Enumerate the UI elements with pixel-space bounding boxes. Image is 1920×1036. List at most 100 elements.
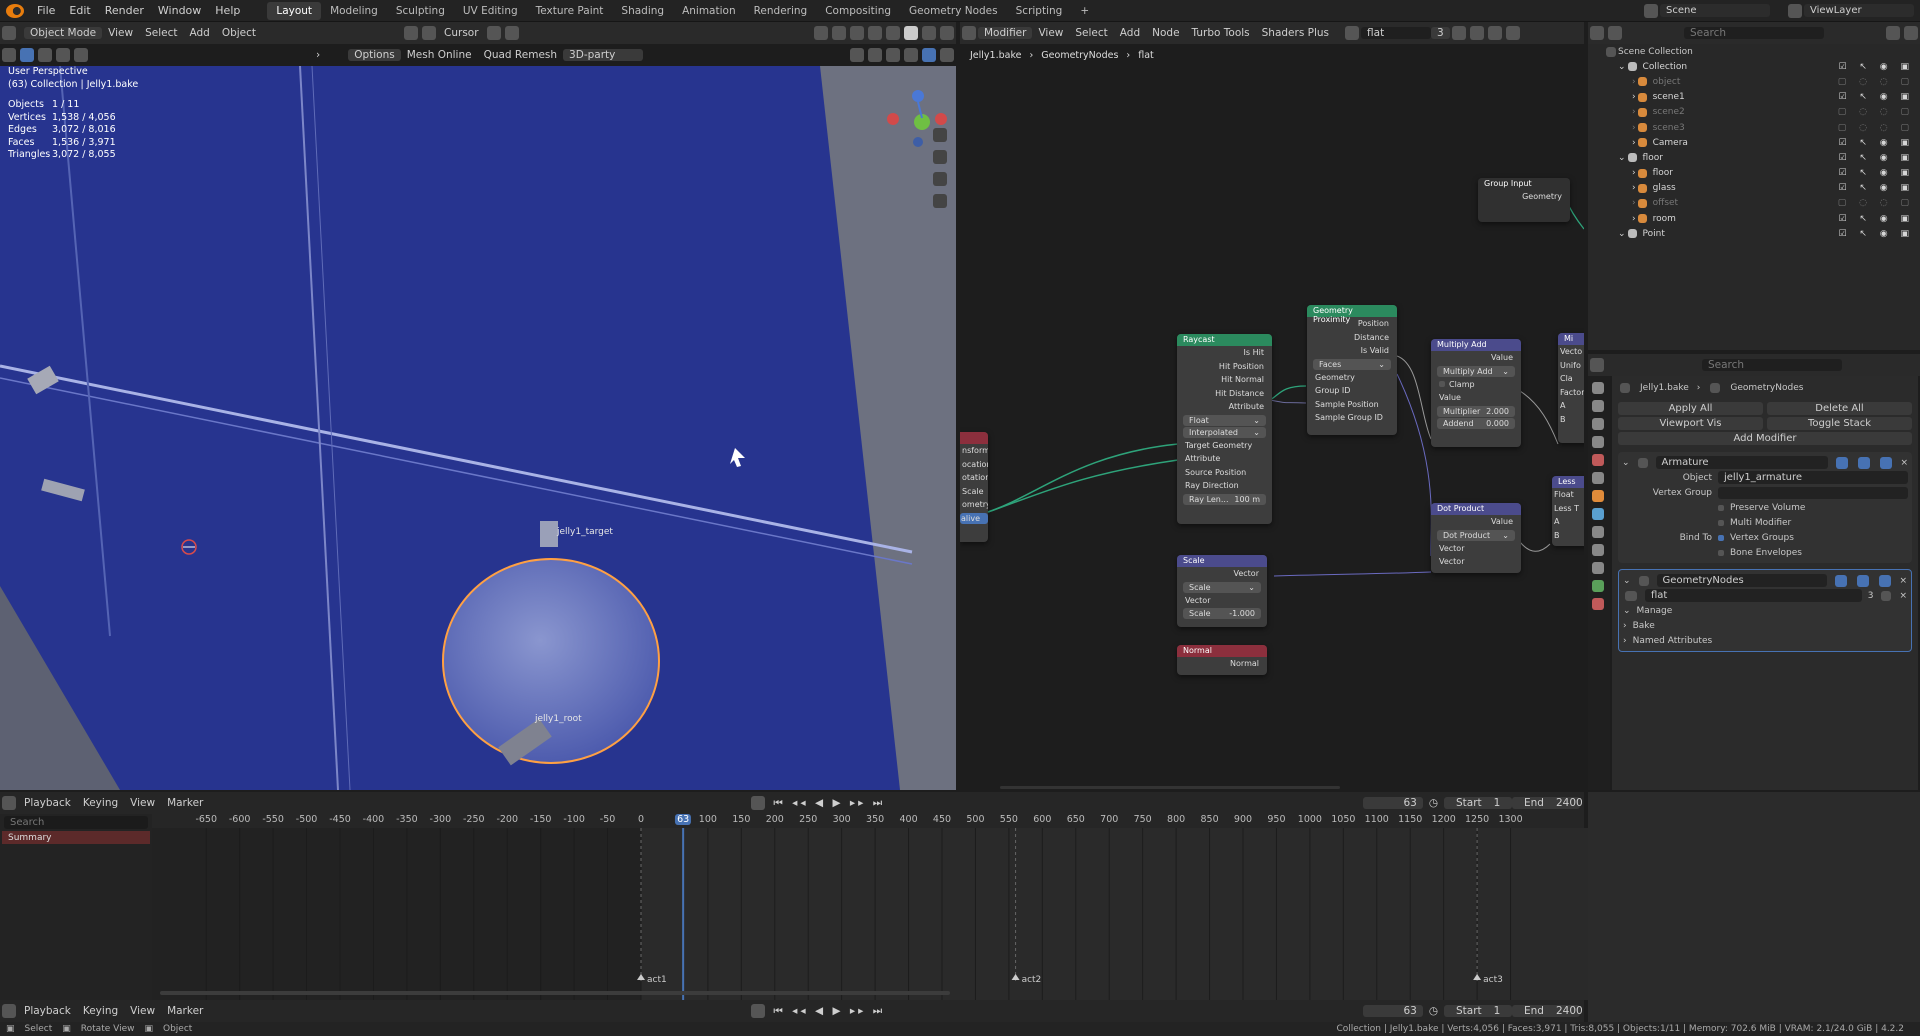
apply-all-button[interactable]: Apply All [1618, 402, 1763, 415]
addon-tool-icon-3[interactable] [886, 48, 900, 62]
timeline-current-frame[interactable]: 63 [1362, 1005, 1423, 1017]
visibility-toggles-icon[interactable]: ☑ ↖ ◉ ▣ [1838, 138, 1914, 148]
multiply-add-op-dropdown[interactable]: Multiply Add ⌄ [1437, 365, 1515, 377]
viewport-menu-view[interactable]: View [102, 27, 139, 39]
menu-help[interactable]: Help [208, 4, 247, 17]
multiplier-field[interactable]: Multiplier 2.000 [1437, 405, 1515, 417]
node-raycast[interactable]: Raycast Is Hit Hit Position Hit Normal H… [1177, 334, 1272, 524]
shading-material-icon[interactable] [922, 26, 936, 40]
visibility-icon[interactable] [814, 26, 828, 40]
timeline-playback-controls[interactable]: ⏮ ◂◂ ◀ ▶ ▸▸ ⏭ [767, 1005, 891, 1018]
snap-icon[interactable] [486, 26, 501, 40]
node-group-input[interactable]: Group Input Geometry [1478, 178, 1570, 222]
orientation-icon[interactable] [422, 26, 437, 40]
proximity-mode-dropdown[interactable]: Faces ⌄ [1313, 358, 1391, 370]
timeline-clock-icon[interactable]: ◷ [1423, 1005, 1444, 1017]
visibility-toggles-icon[interactable]: ☑ ↖ ◉ ▣ [1838, 183, 1914, 193]
pin-icon[interactable] [1505, 26, 1520, 40]
outliner-row[interactable]: › offset ▢ ◌ ◌ ▢ [1588, 196, 1920, 211]
armature-collapse-icon[interactable]: ⌄ [1622, 458, 1630, 468]
add-modifier-button[interactable]: Add Modifier [1618, 432, 1912, 445]
node-menu-select[interactable]: Select [1069, 27, 1113, 39]
filter-icon[interactable] [1886, 26, 1900, 40]
end-frame-field[interactable]: End 2400 [1512, 797, 1583, 809]
scale-factor-field[interactable]: Scale -1.000 [1183, 608, 1261, 619]
addon-mesh-online[interactable]: Mesh Online [401, 49, 478, 61]
tab-geometry-nodes[interactable]: Geometry Nodes [900, 2, 1007, 20]
tab-scripting[interactable]: Scripting [1007, 2, 1072, 20]
gizmo-icon[interactable] [832, 26, 846, 40]
editor-type-icon[interactable] [2, 26, 16, 40]
armature-close-icon[interactable]: × [1900, 458, 1908, 468]
addon-tool-icon[interactable] [850, 48, 864, 62]
menu-edit[interactable]: Edit [62, 4, 97, 17]
addon-tool-icon-2[interactable] [868, 48, 882, 62]
new-collection-icon[interactable] [1904, 26, 1918, 40]
xray-icon[interactable] [868, 26, 882, 40]
node-scale[interactable]: Scale Vector Scale ⌄ Vector Scale -1.000 [1177, 555, 1267, 627]
display-mode-icon[interactable] [1608, 26, 1622, 40]
visibility-toggles-icon[interactable]: ☑ ↖ ◉ ▣ [1838, 92, 1914, 102]
tab-shading[interactable]: Shading [612, 2, 673, 20]
expand-arrow-icon[interactable]: › [1632, 214, 1636, 224]
expand-arrow-icon[interactable]: › [1632, 77, 1636, 87]
addon-quad-remesh[interactable]: Quad Remesh [478, 49, 563, 61]
clock-icon[interactable]: ◷ [1423, 797, 1444, 809]
outliner-search[interactable]: Search [1684, 27, 1824, 39]
menu-render[interactable]: Render [98, 4, 151, 17]
addon-tool-icon-4[interactable] [904, 48, 918, 62]
shading-solid-icon[interactable] [904, 26, 918, 40]
visibility-toggles-icon[interactable]: ▢ ◌ ◌ ▢ [1838, 198, 1914, 208]
raycast-type-dropdown[interactable]: Float ⌄ [1183, 414, 1266, 426]
properties-tab-icon[interactable] [1592, 418, 1604, 430]
expand-arrow-icon[interactable]: › [1632, 183, 1636, 193]
geonodes-users[interactable]: 3 [1868, 591, 1874, 601]
close-icon[interactable] [1487, 26, 1502, 40]
start-frame-field[interactable]: Start 1 [1444, 797, 1512, 809]
addend-field[interactable]: Addend 0.000 [1437, 417, 1515, 429]
armature-vertex-group-field[interactable] [1718, 486, 1908, 499]
delete-all-button[interactable]: Delete All [1767, 402, 1912, 415]
outliner-row[interactable]: ⌄ Point ☑ ↖ ◉ ▣ [1588, 226, 1920, 241]
pivot-dropdown[interactable]: Cursor [438, 27, 485, 39]
visibility-toggles-icon[interactable]: ☑ ↖ ◉ ▣ [1838, 168, 1914, 178]
geonodes-close-icon[interactable]: × [1899, 576, 1907, 586]
node-editor[interactable]: Jelly1.bake › GeometryNodes › flat Group I… [960, 44, 1584, 790]
geonodes-tree-field[interactable]: flat [1645, 589, 1862, 602]
viewport-vis-button[interactable]: Viewport Vis [1618, 417, 1763, 430]
tab-compositing[interactable]: Compositing [816, 2, 900, 20]
timeline-end-field[interactable]: End 2400 [1512, 1005, 1583, 1017]
addon-3d-party[interactable]: 3D-party [563, 49, 644, 61]
properties-tab-icon[interactable] [1592, 472, 1604, 484]
outliner-row[interactable]: › glass ☑ ↖ ◉ ▣ [1588, 181, 1920, 196]
current-frame-field[interactable]: 63 [1362, 797, 1423, 809]
dopesheet-area[interactable]: -650 -600 -550 -500 -450 -400 -350 -300 -250 -200… [152, 814, 1601, 1000]
record-icon[interactable] [751, 796, 766, 810]
node-dot-product[interactable]: Dot Product Value Dot Product ⌄ Vector Ve… [1431, 503, 1521, 573]
expand-arrow-icon[interactable]: ⌄ [1618, 229, 1626, 239]
visibility-toggles-icon[interactable]: ☑ ↖ ◉ ▣ [1838, 62, 1914, 72]
dopesheet-editor-icon[interactable] [2, 796, 16, 810]
node-modifier-dropdown[interactable]: Modifier [978, 27, 1033, 39]
properties-tab-icon[interactable] [1592, 508, 1604, 520]
select-mode-icon-3[interactable] [74, 48, 88, 62]
properties-tab-icon[interactable] [1592, 562, 1604, 574]
node-menu-turbo[interactable]: Turbo Tools [1186, 27, 1256, 39]
summary-channel[interactable]: Summary [2, 831, 150, 844]
node-multiply-add[interactable]: Multiply Add Value Multiply Add ⌄ Clamp V… [1431, 339, 1521, 447]
fake-user-icon[interactable] [1451, 26, 1466, 40]
ortho-grid-icon[interactable] [933, 194, 947, 208]
node-geometry-proximity[interactable]: Geometry Proximity Position Distance Is … [1307, 305, 1397, 435]
tab-texture-paint[interactable]: Texture Paint [527, 2, 613, 20]
tab-sculpting[interactable]: Sculpting [387, 2, 454, 20]
node-menu-add[interactable]: Add [1114, 27, 1146, 39]
select-mode-icon[interactable] [38, 48, 52, 62]
preserve-volume-checkbox[interactable] [1718, 504, 1724, 511]
3d-viewport[interactable]: User Perspective (63) Collection | Jelly… [0, 66, 956, 790]
viewport-menu-object[interactable]: Object [216, 27, 262, 39]
visibility-toggles-icon[interactable]: ☑ ↖ ◉ ▣ [1838, 229, 1914, 239]
section-named-attributes[interactable]: Named Attributes [1633, 636, 1713, 646]
expand-arrow-icon[interactable]: ⌄ [1618, 153, 1626, 163]
visibility-toggles-icon[interactable]: ▢ ◌ ◌ ▢ [1838, 107, 1914, 117]
menu-file[interactable]: File [30, 4, 62, 17]
